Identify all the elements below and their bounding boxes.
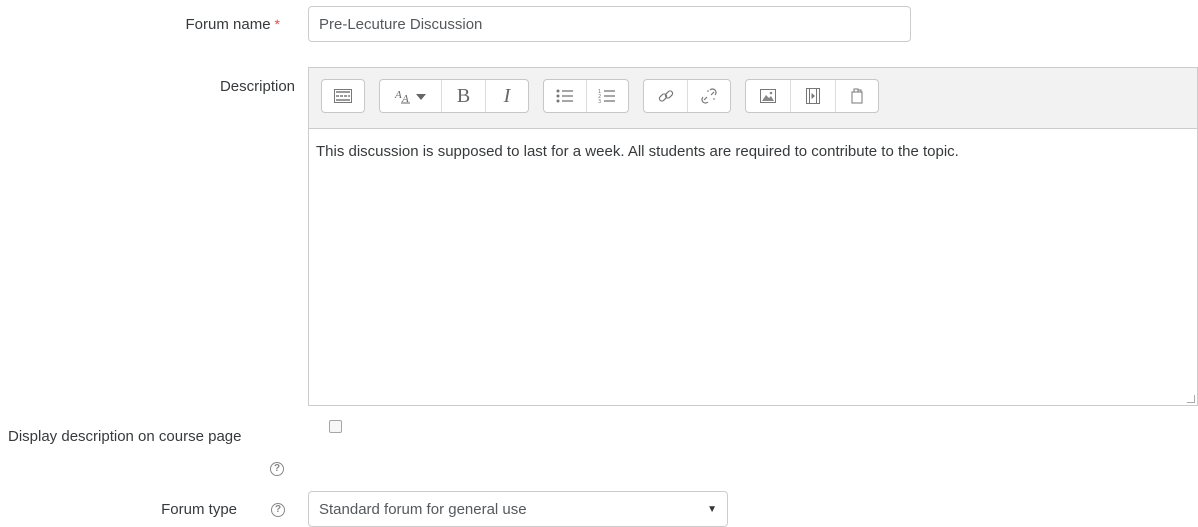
manage-files-button[interactable] (836, 80, 878, 112)
forum-name-input[interactable] (308, 6, 911, 42)
description-label: Description (219, 78, 295, 95)
toolbar-group-links (643, 79, 731, 113)
ordered-list-button[interactable]: 1 2 3 (587, 80, 629, 112)
display-description-label: Display description on course page (8, 428, 242, 445)
link-button[interactable] (644, 80, 688, 112)
unlink-button[interactable] (688, 80, 730, 112)
link-icon (658, 90, 673, 102)
bold-icon: B (456, 84, 471, 107)
bullet-list-icon (556, 89, 573, 103)
paragraph-styles-button[interactable]: A A (380, 80, 442, 112)
forum-name-label-text: Forum name (185, 16, 271, 33)
toolbar-group-media (745, 79, 879, 113)
unordered-list-button[interactable] (544, 80, 587, 112)
image-icon (760, 89, 776, 103)
chevron-down-icon: ▼ (707, 503, 717, 515)
forum-type-help-icon[interactable]: ? (271, 503, 285, 517)
resize-handle[interactable] (1187, 395, 1195, 403)
svg-text:3: 3 (598, 99, 601, 104)
description-editor: A A B I 1 2 3 This discussion is suppose… (308, 67, 1198, 406)
forum-type-select[interactable]: Standard forum for general use ▼ (308, 491, 728, 527)
toolbar-group-lists: 1 2 3 (543, 79, 629, 113)
svg-text:A: A (394, 89, 402, 101)
unlink-icon (701, 88, 717, 104)
display-description-help-icon[interactable]: ? (270, 462, 284, 476)
svg-text:A: A (401, 93, 409, 104)
italic-button[interactable]: I (486, 80, 528, 112)
numbered-list-icon: 1 2 3 (598, 89, 616, 104)
display-description-checkbox[interactable] (329, 420, 342, 433)
toolbar-toggle-button[interactable] (322, 80, 364, 112)
required-marker: * (274, 16, 280, 32)
files-icon (851, 88, 863, 104)
toolbar-group-collapse (321, 79, 365, 113)
insert-image-button[interactable] (746, 80, 791, 112)
forum-type-selected-value: Standard forum for general use (319, 500, 527, 518)
forum-type-label: Forum type (161, 501, 237, 518)
editor-toolbar: A A B I 1 2 3 (309, 68, 1197, 129)
italic-icon: I (503, 84, 511, 107)
insert-media-button[interactable] (791, 80, 836, 112)
toolbar-group-text: A A B I (379, 79, 529, 113)
forum-name-label: Forum name * (186, 16, 280, 33)
film-icon (806, 88, 820, 104)
editor-content[interactable]: This discussion is supposed to last for … (309, 129, 1197, 175)
keyboard-icon (334, 89, 352, 103)
bold-button[interactable]: B (442, 80, 486, 112)
font-style-icon: A A (394, 89, 426, 104)
